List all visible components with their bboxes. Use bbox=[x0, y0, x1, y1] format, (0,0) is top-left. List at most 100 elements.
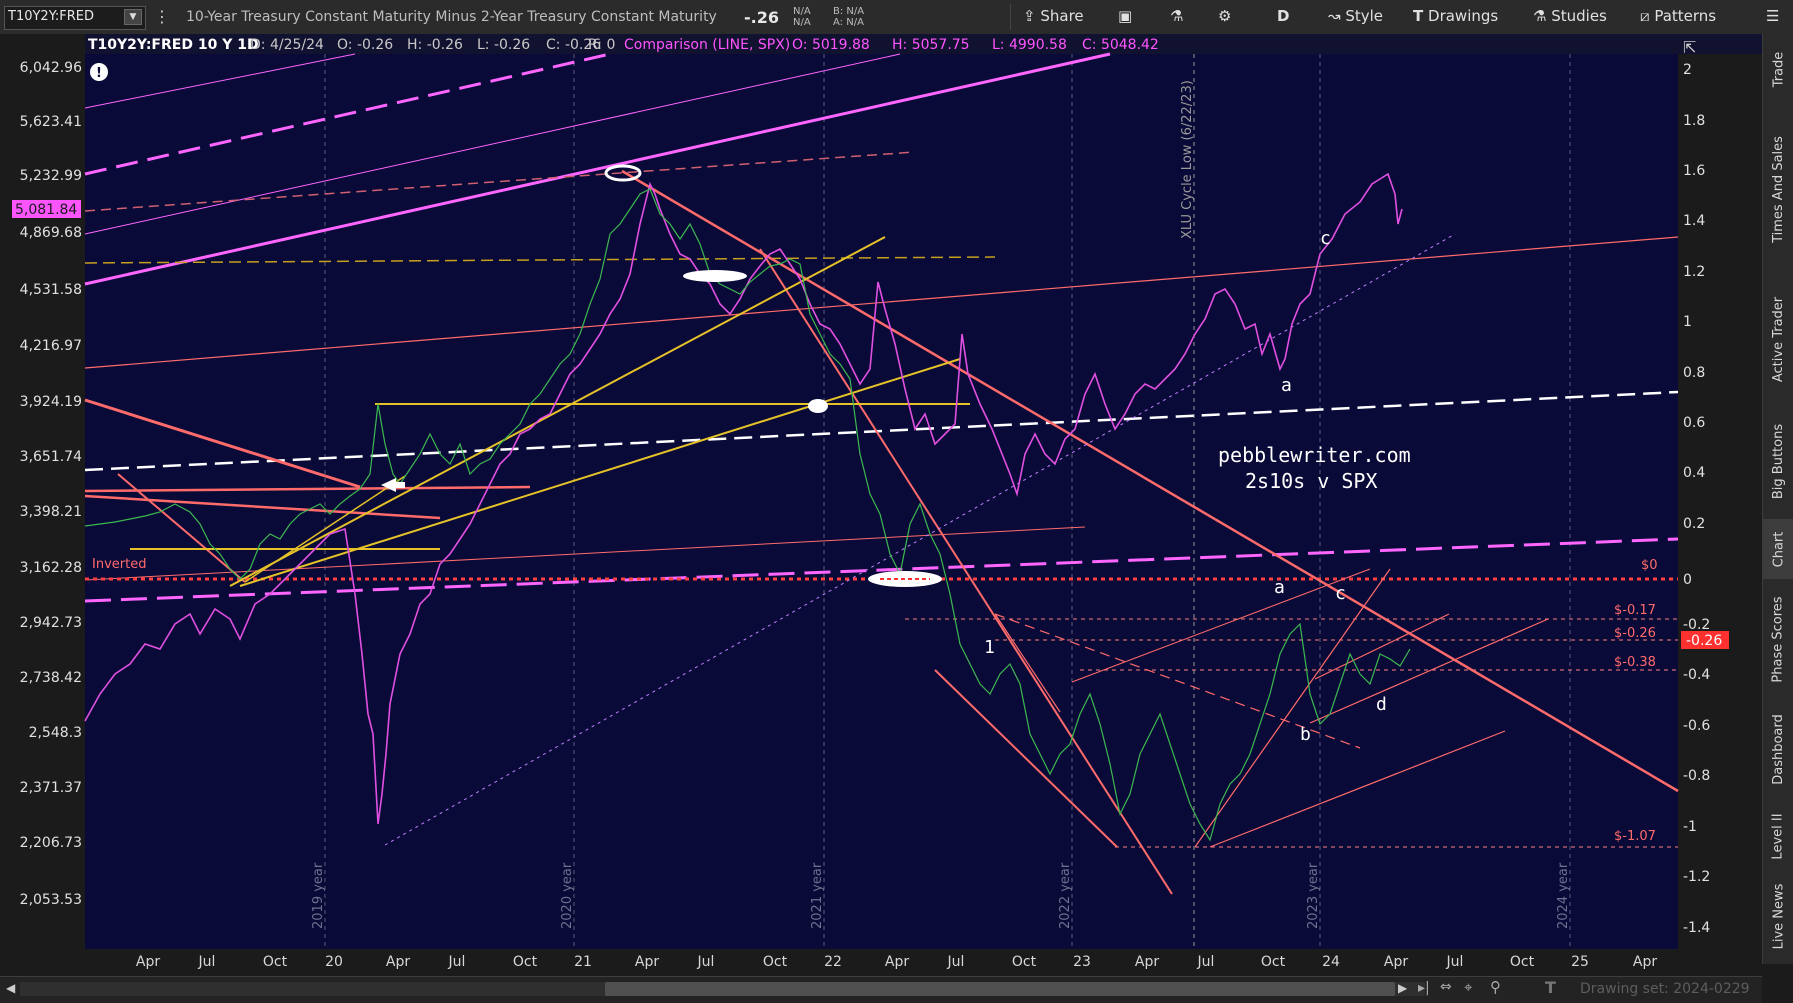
svg-text:2022 year: 2022 year bbox=[1058, 862, 1073, 929]
tab-big-buttons[interactable]: Big Buttons bbox=[1763, 404, 1793, 519]
collapse-axis-icon[interactable]: ⇱ bbox=[1683, 38, 1696, 57]
svg-text:Apr: Apr bbox=[1384, 954, 1408, 970]
svg-text:5,232.99: 5,232.99 bbox=[20, 168, 82, 184]
last-price: -.26 bbox=[744, 8, 779, 27]
drawings-button[interactable]: T Drawings bbox=[1413, 7, 1498, 25]
svg-text:2,738.42: 2,738.42 bbox=[20, 670, 82, 686]
svg-text:Oct: Oct bbox=[1261, 954, 1286, 970]
tab-trade[interactable]: Trade bbox=[1763, 34, 1793, 104]
studies-button[interactable]: ⚗ Studies bbox=[1533, 7, 1607, 25]
tab-chart[interactable]: Chart bbox=[1763, 519, 1793, 579]
menu-icon[interactable]: ☰ bbox=[1766, 7, 1779, 25]
gear-icon[interactable]: ⚙ bbox=[1218, 7, 1231, 25]
right-tab-strip: Trade Times And Sales Active Trader Big … bbox=[1762, 34, 1793, 964]
svg-text:Oct: Oct bbox=[1510, 954, 1535, 970]
toolbar-divider bbox=[1010, 4, 1011, 30]
svg-text:Jul: Jul bbox=[198, 954, 216, 970]
scroll-right-icon[interactable]: ▶ bbox=[1398, 981, 1407, 995]
svg-text:Jul: Jul bbox=[1197, 954, 1215, 970]
svg-text:2024 year: 2024 year bbox=[1556, 862, 1571, 929]
time-axis[interactable] bbox=[85, 949, 1678, 976]
tab-live-news[interactable]: Live News bbox=[1763, 874, 1793, 959]
right-price-axis[interactable] bbox=[1678, 54, 1762, 976]
svg-text:-0.4: -0.4 bbox=[1683, 667, 1710, 683]
svg-text:Oct: Oct bbox=[763, 954, 788, 970]
drawing-tool-icon[interactable]: T bbox=[1545, 978, 1556, 997]
svg-text:3,398.21: 3,398.21 bbox=[20, 504, 82, 520]
svg-text:0.6: 0.6 bbox=[1683, 415, 1705, 431]
svg-text:$0: $0 bbox=[1641, 558, 1658, 573]
svg-text:22: 22 bbox=[824, 954, 842, 970]
svg-text:Jul: Jul bbox=[1446, 954, 1464, 970]
symbol-dropdown-icon[interactable]: ▼ bbox=[124, 9, 142, 25]
drawings-icon: T bbox=[1413, 7, 1424, 25]
svg-text:3,651.74: 3,651.74 bbox=[20, 449, 82, 465]
svg-text:$-1.07: $-1.07 bbox=[1614, 829, 1656, 844]
svg-text:d: d bbox=[1376, 694, 1387, 715]
svg-text:24: 24 bbox=[1322, 954, 1340, 970]
svg-text:Jul: Jul bbox=[947, 954, 965, 970]
zoom-icon[interactable]: ⚲ bbox=[1490, 978, 1501, 996]
style-button[interactable]: ↝ Style bbox=[1328, 7, 1383, 25]
svg-text:2019 year: 2019 year bbox=[311, 862, 326, 929]
patterns-icon: ⧄ bbox=[1640, 7, 1650, 25]
crosshair-icon[interactable]: ⌖ bbox=[1464, 978, 1472, 996]
svg-text:-0.6: -0.6 bbox=[1683, 718, 1710, 734]
plot-background[interactable] bbox=[85, 54, 1678, 976]
patterns-button[interactable]: ⧄ Patterns bbox=[1640, 7, 1716, 25]
svg-text:-0.2: -0.2 bbox=[1683, 617, 1710, 633]
svg-text:Oct: Oct bbox=[513, 954, 538, 970]
svg-text:c: c bbox=[1335, 583, 1346, 604]
svg-text:Apr: Apr bbox=[1135, 954, 1159, 970]
info-c-high: H: 5057.75 bbox=[892, 37, 970, 53]
bid-ask-na: N/A N/A bbox=[793, 6, 811, 28]
screenshot-icon[interactable]: ▣ bbox=[1118, 7, 1132, 25]
tab-level-ii[interactable]: Level II bbox=[1763, 799, 1793, 874]
svg-text:-1: -1 bbox=[1683, 819, 1697, 835]
svg-text:2020 year: 2020 year bbox=[560, 862, 575, 929]
svg-text:a: a bbox=[1274, 577, 1285, 598]
tab-dashboard[interactable]: Dashboard bbox=[1763, 699, 1793, 799]
svg-text:21: 21 bbox=[574, 954, 592, 970]
svg-text:Oct: Oct bbox=[1012, 954, 1037, 970]
zoom-range-icon[interactable]: ⇔ bbox=[1440, 979, 1452, 995]
tab-active-trader[interactable]: Active Trader bbox=[1763, 274, 1793, 404]
svg-text:1.2: 1.2 bbox=[1683, 264, 1705, 280]
tab-times-and-sales[interactable]: Times And Sales bbox=[1763, 104, 1793, 274]
chart-area[interactable]: T10Y2Y:FRED 10 Y 1D D: 4/25/24 O: -0.26 … bbox=[0, 34, 1762, 976]
svg-text:Apr: Apr bbox=[386, 954, 410, 970]
tab-phase-scores[interactable]: Phase Scores bbox=[1763, 579, 1793, 699]
style-icon: ↝ bbox=[1328, 7, 1341, 25]
studies-icon: ⚗ bbox=[1533, 7, 1547, 25]
svg-text:6,042.96: 6,042.96 bbox=[20, 60, 82, 76]
flask-icon[interactable]: ⚗ bbox=[1170, 7, 1183, 25]
share-button[interactable]: ⇪ Share bbox=[1023, 7, 1084, 25]
svg-text:3,162.28: 3,162.28 bbox=[20, 560, 82, 576]
svg-text:2s10s v SPX: 2s10s v SPX bbox=[1245, 469, 1377, 493]
svg-text:$-0.26: $-0.26 bbox=[1614, 626, 1656, 641]
svg-text:0.4: 0.4 bbox=[1683, 465, 1705, 481]
svg-text:-1.2: -1.2 bbox=[1683, 869, 1710, 885]
info-bar-values: T10Y2Y:FRED 10 Y 1D D: 4/25/24 O: -0.26 … bbox=[88, 37, 1159, 53]
scroll-end-icon[interactable]: ▸| bbox=[1418, 980, 1430, 996]
info-low: L: -0.26 bbox=[477, 37, 530, 53]
svg-text:-1.4: -1.4 bbox=[1683, 920, 1710, 936]
aggregation-button[interactable]: D bbox=[1277, 7, 1289, 25]
link-icon[interactable]: ⋮ bbox=[154, 7, 170, 26]
svg-text:Jul: Jul bbox=[697, 954, 715, 970]
scroll-thumb[interactable] bbox=[605, 982, 1395, 996]
bid-ask-size: B: N/A A: N/A bbox=[833, 6, 865, 28]
svg-text:4,531.58: 4,531.58 bbox=[20, 282, 82, 298]
svg-text:Apr: Apr bbox=[885, 954, 909, 970]
svg-text:2,942.73: 2,942.73 bbox=[20, 615, 82, 631]
svg-text:$-0.17: $-0.17 bbox=[1614, 603, 1656, 618]
svg-text:2,053.53: 2,053.53 bbox=[20, 892, 82, 908]
info-open: O: -0.26 bbox=[337, 37, 393, 53]
drawing-set-label[interactable]: Drawing set: 2024-0229 bbox=[1580, 981, 1750, 997]
svg-text:Jul: Jul bbox=[448, 954, 466, 970]
info-c-close: C: 5048.42 bbox=[1082, 37, 1159, 53]
svg-text:23: 23 bbox=[1073, 954, 1091, 970]
svg-text:5,623.41: 5,623.41 bbox=[20, 114, 82, 130]
scroll-left-icon[interactable]: ◀ bbox=[6, 981, 15, 995]
svg-text:Oct: Oct bbox=[263, 954, 288, 970]
